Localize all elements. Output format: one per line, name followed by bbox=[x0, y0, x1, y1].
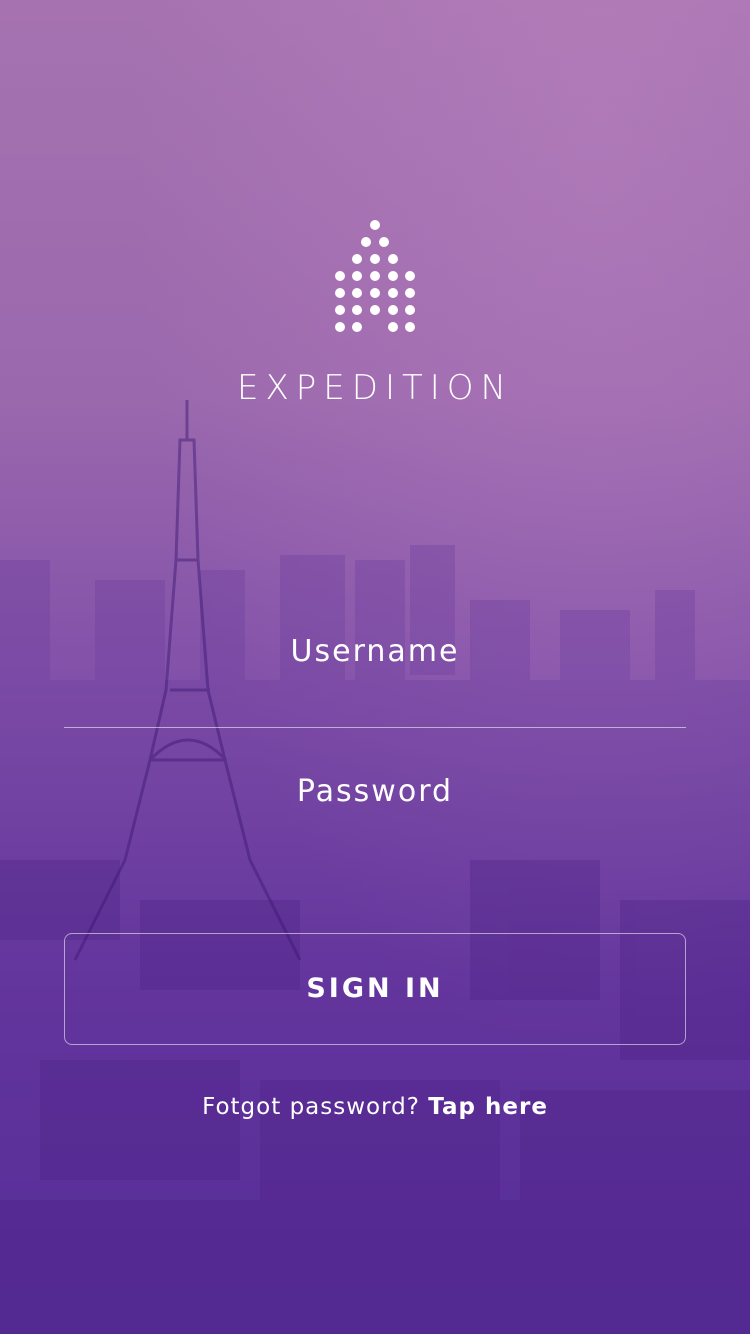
sign-in-button[interactable]: SIGN IN bbox=[64, 933, 686, 1045]
dotted-tower-logo-icon bbox=[335, 220, 415, 332]
forgot-password-row: Fotgot password? Tap here bbox=[0, 1094, 750, 1120]
brand-name: EXPEDITION bbox=[237, 368, 513, 408]
logo-container bbox=[0, 218, 750, 338]
login-screen: EXPEDITION Username Password SIGN IN Fot… bbox=[0, 0, 750, 1334]
password-input[interactable]: Password bbox=[64, 752, 686, 832]
forgot-password-prompt: Fotgot password? bbox=[202, 1094, 420, 1120]
username-divider bbox=[64, 727, 686, 728]
tap-here-link[interactable]: Tap here bbox=[428, 1094, 548, 1120]
username-input[interactable]: Username bbox=[64, 612, 686, 692]
